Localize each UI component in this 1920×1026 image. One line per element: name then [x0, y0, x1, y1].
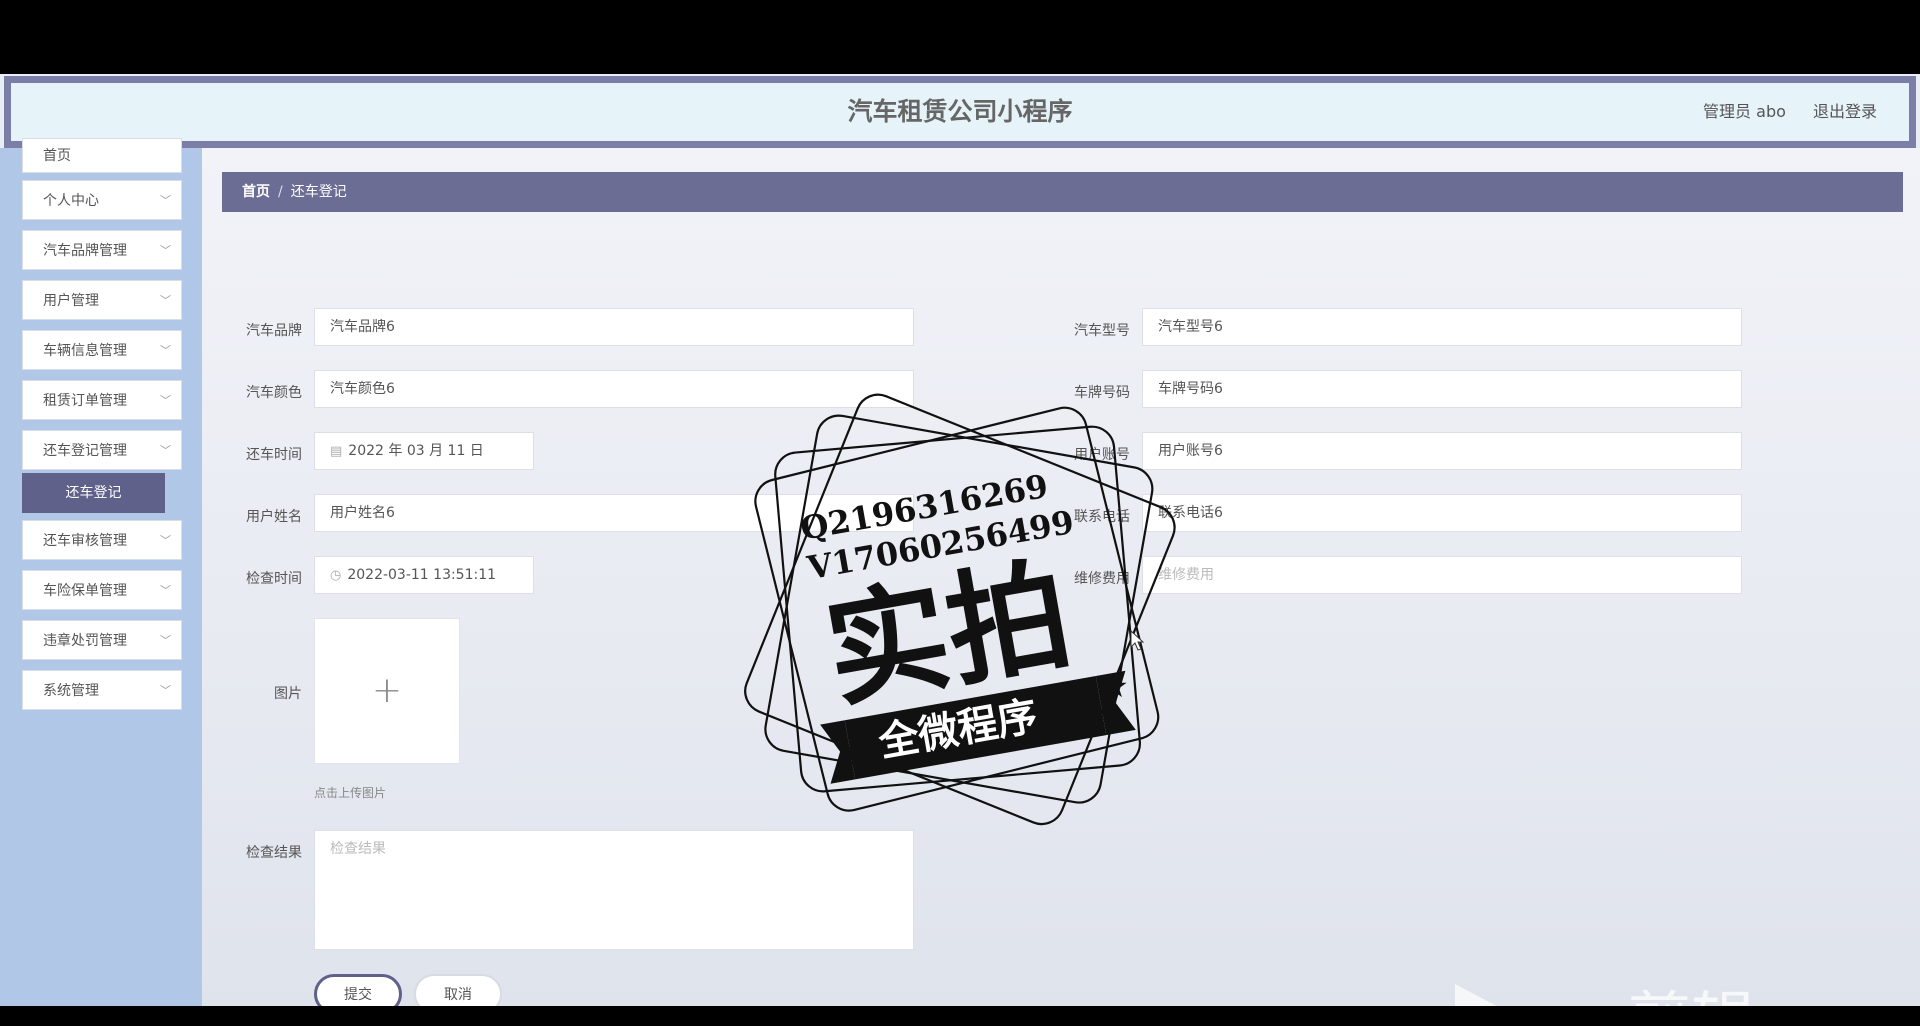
brand-label: 汽车品牌	[246, 323, 302, 339]
account-input[interactable]: 用户账号6	[1142, 432, 1742, 470]
play-icon	[1455, 984, 1497, 1006]
sidebar-item-label: 还车审核管理	[43, 533, 127, 549]
sidebar-item-violations[interactable]: 违章处罚管理 ﹀	[22, 620, 182, 660]
sidebar-item-label: 汽车品牌管理	[43, 243, 127, 259]
chevron-down-icon: ﹀	[160, 584, 171, 597]
sidebar-item-label: 个人中心	[43, 193, 99, 209]
model-label: 汽车型号	[1074, 323, 1130, 339]
sidebar-item-label: 首页	[43, 148, 71, 164]
header: 汽车租赁公司小程序 管理员 abo 退出登录	[4, 76, 1916, 148]
chevron-down-icon: ﹀	[160, 244, 171, 257]
return-time-picker[interactable]: ▤ 2022 年 03 月 11 日	[314, 432, 534, 470]
clock-icon: ◷	[330, 568, 342, 583]
sidebar-item-personal-center[interactable]: 个人中心 ﹀	[22, 180, 182, 220]
brand-input[interactable]: 汽车品牌6	[314, 308, 914, 346]
upload-tip: 点击上传图片	[314, 786, 387, 800]
sidebar-item-insurance[interactable]: 车险保单管理 ﹀	[22, 570, 182, 610]
current-user: 管理员 abo	[1703, 102, 1786, 121]
sidebar-subitem-return-registration[interactable]: 还车登记	[22, 473, 165, 513]
app-title: 汽车租赁公司小程序	[847, 97, 1073, 126]
name-label: 用户姓名	[246, 509, 302, 525]
sidebar-item-label: 车险保单管理	[43, 583, 127, 599]
chevron-down-icon: ﹀	[160, 394, 171, 407]
sidebar-item-label: 还车登记管理	[43, 443, 127, 459]
model-input[interactable]: 汽车型号6	[1142, 308, 1742, 346]
check-time-label: 检查时间	[246, 571, 302, 587]
sidebar-item-return-registration[interactable]: 还车登记管理 ﹀	[22, 430, 182, 470]
color-label: 汽车颜色	[246, 385, 302, 401]
sidebar-item-label: 违章处罚管理	[43, 633, 127, 649]
star-icon: ★	[838, 735, 867, 773]
check-time-value: 2022-03-11 13:51:11	[347, 567, 497, 583]
ev-watermark: ev剪辑	[1455, 984, 1755, 1006]
sidebar-item-label: 车辆信息管理	[43, 343, 127, 359]
sidebar-item-vehicle-info[interactable]: 车辆信息管理 ﹀	[22, 330, 182, 370]
submit-button[interactable]: 提交	[314, 974, 402, 1006]
sidebar-item-system[interactable]: 系统管理 ﹀	[22, 670, 182, 710]
chevron-down-icon: ﹀	[160, 344, 171, 357]
chevron-down-icon: ﹀	[160, 684, 171, 697]
chevron-down-icon: ﹀	[160, 444, 171, 457]
chevron-down-icon: ﹀	[160, 534, 171, 547]
sidebar-item-brand-management[interactable]: 汽车品牌管理 ﹀	[22, 230, 182, 270]
chevron-down-icon: ﹀	[160, 294, 171, 307]
sidebar-item-home[interactable]: 首页	[22, 138, 182, 173]
image-label: 图片	[274, 686, 302, 702]
watermark-text: ev剪辑	[1550, 986, 1755, 1006]
sidebar-item-return-review[interactable]: 还车审核管理 ﹀	[22, 520, 182, 560]
sidebar-item-rental-orders[interactable]: 租赁订单管理 ﹀	[22, 380, 182, 420]
logout-link[interactable]: 退出登录	[1813, 102, 1877, 121]
image-upload[interactable]: +	[314, 618, 460, 764]
header-inner: 汽车租赁公司小程序 管理员 abo 退出登录	[11, 83, 1909, 141]
cancel-button[interactable]: 取消	[414, 974, 502, 1006]
return-time-value: 2022 年 03 月 11 日	[348, 443, 484, 459]
sidebar-item-label: 系统管理	[43, 683, 99, 699]
chevron-down-icon: ﹀	[160, 634, 171, 647]
plate-input[interactable]: 车牌号码6	[1142, 370, 1742, 408]
sidebar-item-label: 租赁订单管理	[43, 393, 127, 409]
mouse-cursor-icon	[1130, 630, 1145, 651]
check-time-picker[interactable]: ◷ 2022-03-11 13:51:11	[314, 556, 534, 594]
sidebar-item-label: 用户管理	[43, 293, 99, 309]
chevron-down-icon: ﹀	[160, 194, 171, 207]
stamp-overlay: Q2196316269 V17060256499 实拍 全微程序 ★ ★	[744, 393, 1176, 826]
sidebar: 首页 个人中心 ﹀ 汽车品牌管理 ﹀ 用户管理 ﹀ 车辆信息管理 ﹀ 租赁订单管理 ﹀ 还…	[0, 138, 202, 1006]
breadcrumb-separator: /	[278, 184, 283, 200]
header-right: 管理员 abo 退出登录	[1681, 83, 1877, 141]
breadcrumb-home[interactable]: 首页	[242, 184, 270, 200]
sidebar-item-user-management[interactable]: 用户管理 ﹀	[22, 280, 182, 320]
calendar-icon: ▤	[330, 444, 343, 459]
result-label: 检查结果	[246, 845, 302, 861]
fee-input[interactable]: 维修费用	[1142, 556, 1742, 594]
breadcrumb-current: 还车登记	[290, 184, 347, 200]
app-window: 汽车租赁公司小程序 管理员 abo 退出登录 首页 个人中心 ﹀ 汽车品牌管理 ﹀ …	[0, 74, 1920, 1006]
breadcrumb: 首页 / 还车登记	[222, 172, 1903, 212]
plus-icon: +	[371, 670, 403, 711]
phone-input[interactable]: 联系电话6	[1142, 494, 1742, 532]
return-time-label: 还车时间	[246, 447, 302, 463]
star-icon: ★	[1100, 667, 1129, 705]
